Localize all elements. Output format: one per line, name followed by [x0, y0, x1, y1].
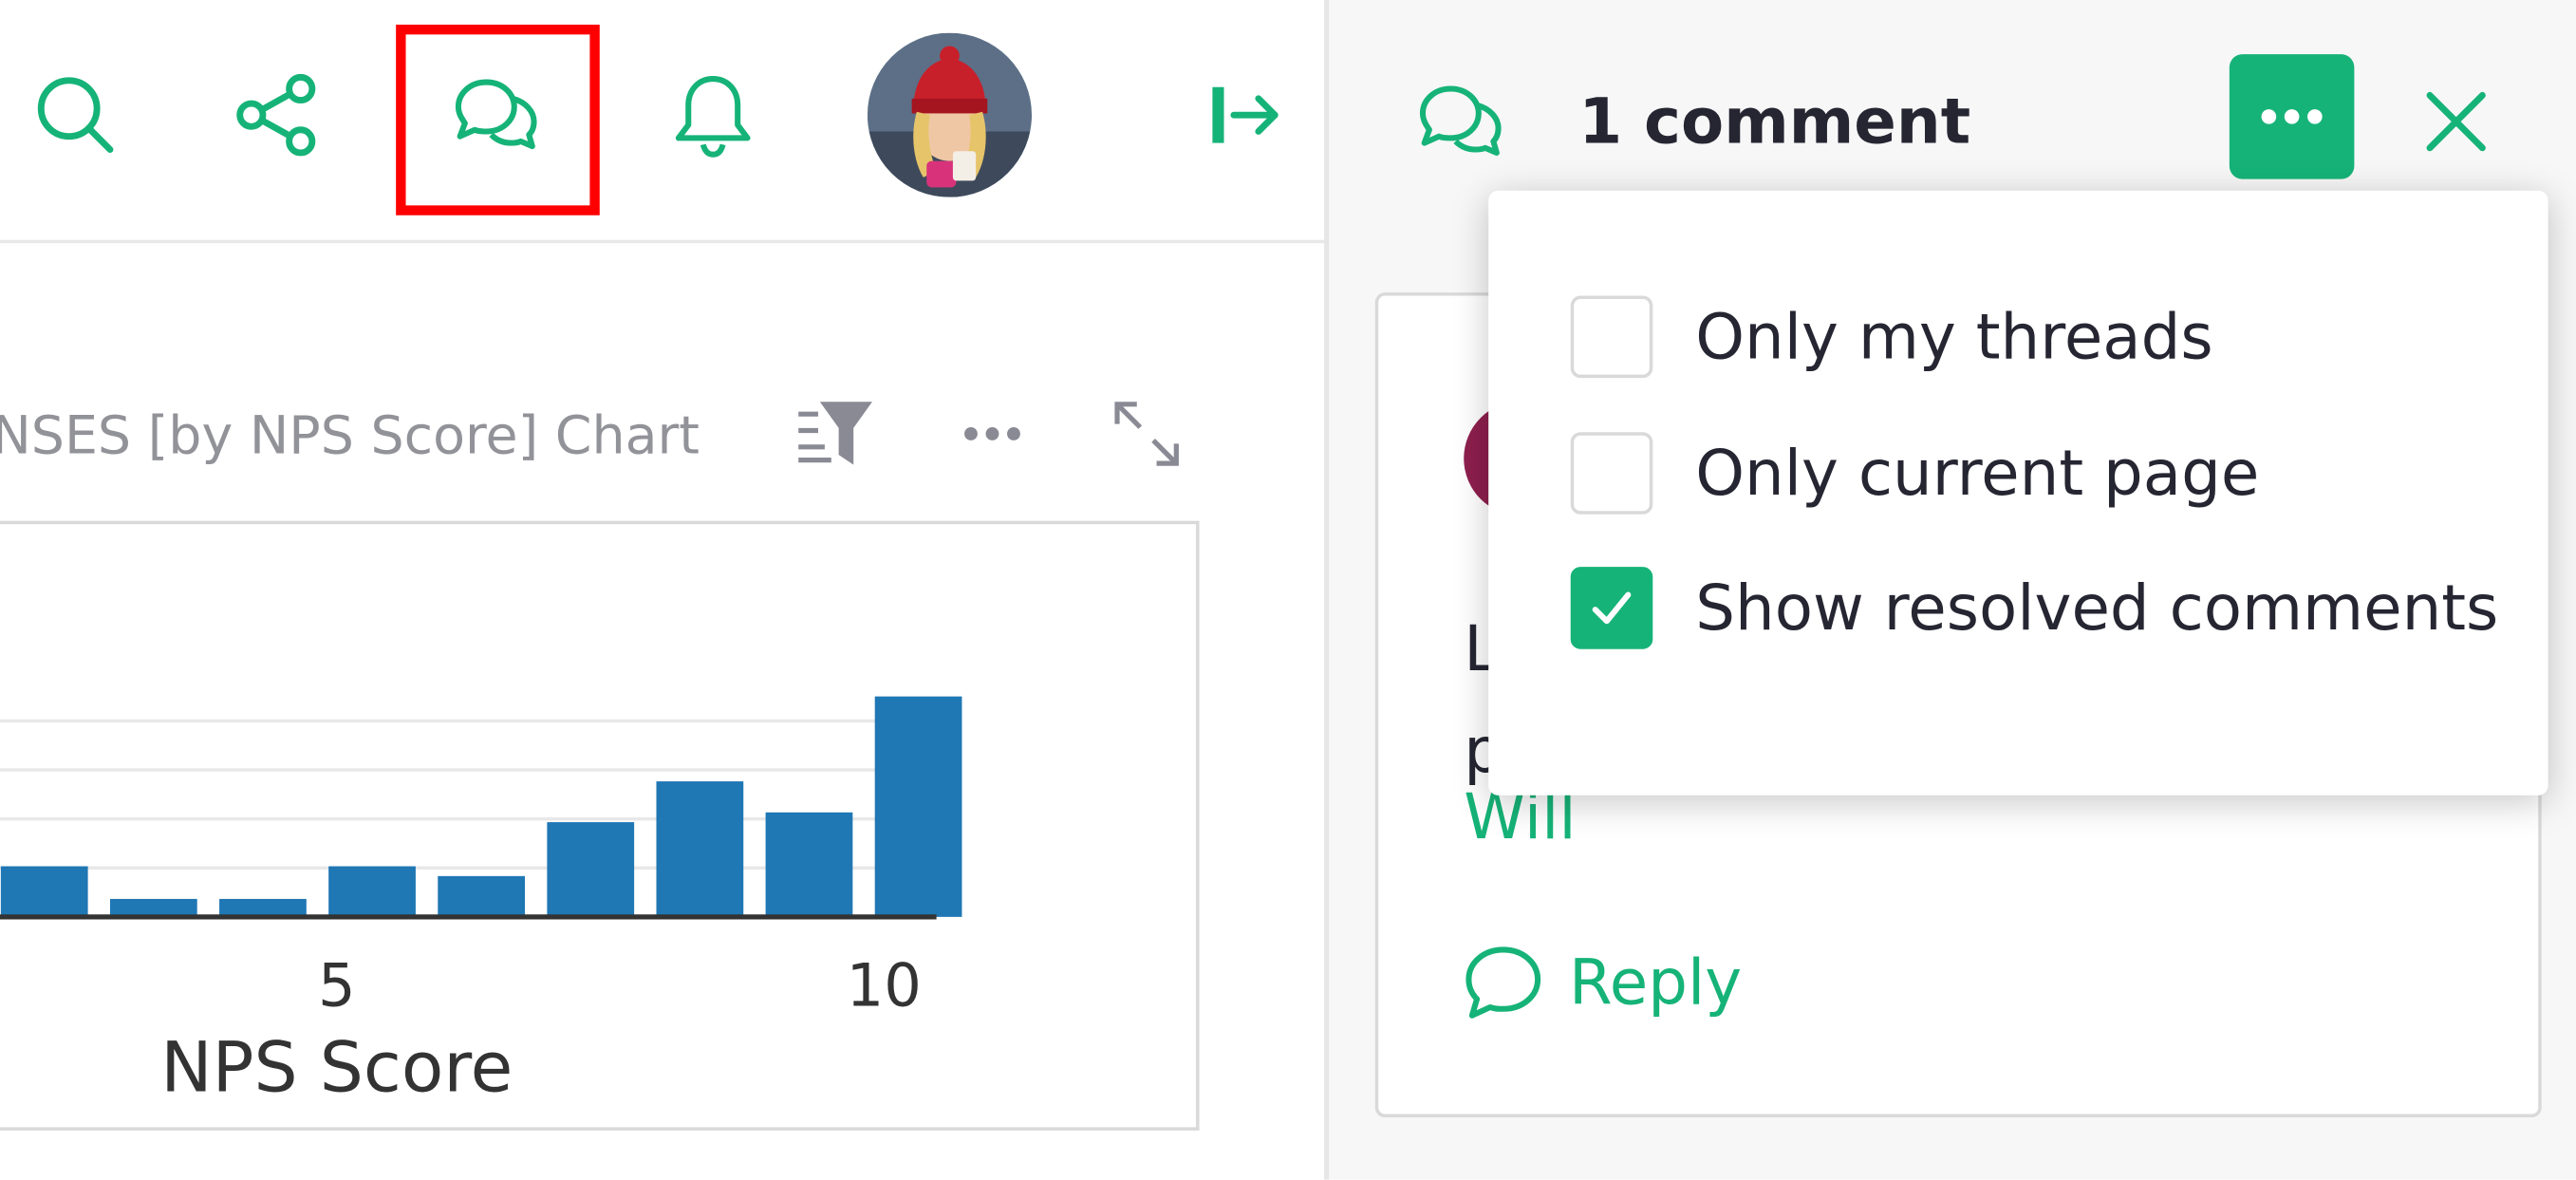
bar-4[interactable] [219, 898, 307, 917]
close-button[interactable] [2414, 79, 2499, 164]
menu-item-only-my-threads[interactable]: Only my threads [1570, 295, 2213, 379]
comments-filter-menu: Only my threads Only current page Show r… [1488, 190, 2548, 796]
x-tick-label: 10 [847, 950, 922, 1020]
menu-item-show-resolved-comments[interactable]: Show resolved comments [1570, 567, 2499, 649]
reply-button[interactable]: Reply [1461, 940, 1742, 1025]
notifications-icon[interactable] [661, 63, 766, 168]
chart-container: 5 10 NPS Score [0, 520, 1200, 1131]
checkbox[interactable] [1570, 432, 1653, 515]
bar-3[interactable] [109, 898, 197, 917]
menu-item-label: Only current page [1695, 437, 2260, 510]
close-icon [2426, 91, 2486, 152]
bar-5[interactable] [328, 866, 416, 917]
share-icon[interactable] [223, 63, 328, 168]
bar-9[interactable] [765, 812, 853, 917]
top-toolbar [0, 0, 1328, 244]
menu-item-only-current-page[interactable]: Only current page [1570, 432, 2260, 515]
x-tick-label: 5 [318, 950, 356, 1020]
checkbox-checked[interactable] [1570, 567, 1653, 649]
comments-menu-button[interactable] [2229, 54, 2355, 179]
search-icon[interactable] [23, 63, 128, 168]
exit-icon[interactable] [1189, 63, 1295, 168]
bar-chart: 5 10 NPS Score [0, 696, 962, 1108]
bar-10[interactable] [874, 696, 962, 917]
expand-icon[interactable] [1104, 391, 1189, 477]
comments-count-title: 1 comment [1578, 85, 1971, 159]
menu-item-label: Show resolved comments [1695, 571, 2499, 645]
sort-filter-icon[interactable] [792, 391, 877, 477]
comments-icon [1414, 76, 1506, 168]
bar-2[interactable] [0, 866, 88, 917]
bar-7[interactable] [547, 822, 635, 917]
main-pane: NSES [by NPS Score] Chart 5 10 NPS Score [0, 0, 1328, 1180]
reply-icon [1465, 946, 1541, 1019]
checkmark-icon [1592, 591, 1632, 625]
reply-label: Reply [1569, 946, 1743, 1020]
bar-6[interactable] [438, 875, 526, 917]
widget-title: NSES [by NPS Score] Chart [0, 403, 700, 467]
bar-8[interactable] [656, 781, 744, 917]
x-axis-title: NPS Score [160, 1028, 513, 1108]
highlight-annotation [396, 24, 600, 215]
more-icon[interactable] [949, 391, 1035, 477]
menu-item-label: Only my threads [1695, 300, 2213, 373]
user-avatar[interactable] [867, 32, 1033, 197]
checkbox[interactable] [1570, 295, 1653, 379]
more-icon [2261, 109, 2323, 124]
